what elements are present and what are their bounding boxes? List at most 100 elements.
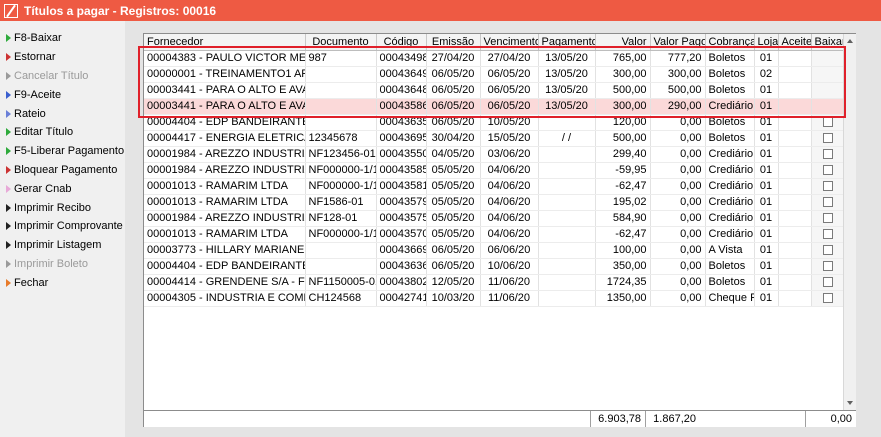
baixar-cell[interactable] bbox=[811, 114, 845, 131]
cell-loja: 01 bbox=[754, 242, 779, 259]
cell-c-digo: 00043586 bbox=[376, 98, 427, 115]
cell-emiss-o: 04/05/20 bbox=[426, 146, 481, 163]
cell-vencimento: 04/06/20 bbox=[480, 162, 539, 179]
table-row[interactable]: 00004414 - GRENDENE S/A - FILIALNF115000… bbox=[144, 274, 845, 291]
baixar-cell[interactable] bbox=[811, 82, 845, 99]
baixar-cell[interactable] bbox=[811, 274, 845, 291]
column-header-emiss-o[interactable]: Emissão bbox=[426, 34, 481, 51]
sidebar-item-imprimir-listagem[interactable]: Imprimir Listagem bbox=[0, 236, 125, 255]
column-header-pagamento[interactable]: Pagamento bbox=[538, 34, 596, 51]
cell-c-digo: 00043585 bbox=[376, 162, 427, 179]
baixar-checkbox[interactable] bbox=[822, 213, 833, 224]
scroll-down-icon[interactable] bbox=[847, 401, 853, 405]
baixar-checkbox[interactable] bbox=[822, 197, 833, 208]
baixar-checkbox[interactable] bbox=[822, 165, 833, 176]
table-row[interactable]: 00001013 - RAMARIM LTDA NF1586-01 00043579… bbox=[144, 194, 845, 211]
cell-emiss-o: 05/05/20 bbox=[426, 194, 481, 211]
sidebar-item-f9-aceite[interactable]: F9-Aceite bbox=[0, 85, 125, 104]
sidebar-item-imprimir-comprovante[interactable]: Imprimir Comprovante bbox=[0, 217, 125, 236]
cell-valor: 350,00 bbox=[595, 258, 651, 275]
column-header-documento[interactable]: Documento bbox=[305, 34, 377, 51]
sidebar-item-imprimir-recibo[interactable]: Imprimir Recibo bbox=[0, 198, 125, 217]
cell-vencimento: 27/04/20 bbox=[480, 50, 539, 67]
column-header-valor-pago[interactable]: Valor Pago bbox=[650, 34, 706, 51]
baixar-cell[interactable] bbox=[811, 98, 845, 115]
cell-loja: 01 bbox=[754, 82, 779, 99]
column-header-vencimento[interactable]: Vencimento bbox=[480, 34, 539, 51]
table-row[interactable]: 00003773 - HILLARY MARIANE LAPA000436690… bbox=[144, 242, 845, 259]
baixar-cell[interactable] bbox=[811, 66, 845, 83]
baixar-checkbox[interactable] bbox=[822, 149, 833, 160]
baixar-cell[interactable] bbox=[811, 242, 845, 259]
baixar-cell[interactable] bbox=[811, 50, 845, 67]
arrow-icon bbox=[6, 278, 11, 287]
sidebar-item-bloquear-pagamento[interactable]: Bloquear Pagamento bbox=[0, 161, 125, 180]
cell-fornecedor: 00003441 - PARA O ALTO E AVANTE bbox=[144, 98, 306, 115]
baixar-checkbox[interactable] bbox=[822, 181, 833, 192]
column-header-cobran-a[interactable]: Cobrança bbox=[705, 34, 755, 51]
baixar-cell[interactable] bbox=[811, 130, 845, 147]
baixar-cell[interactable] bbox=[811, 210, 845, 227]
cell-pagamento bbox=[538, 226, 596, 243]
cell-c-digo: 00043550 bbox=[376, 146, 427, 163]
cell-vencimento: 11/06/20 bbox=[480, 290, 539, 307]
baixar-cell[interactable] bbox=[811, 146, 845, 163]
table-row[interactable]: 00001984 - AREZZO INDUSTRIA E COMERCIONF… bbox=[144, 210, 845, 227]
sidebar-item-editar-t-tulo[interactable]: Editar Título bbox=[0, 123, 125, 142]
baixar-cell[interactable] bbox=[811, 194, 845, 211]
sidebar-item-fechar[interactable]: Fechar bbox=[0, 273, 125, 292]
baixar-checkbox[interactable] bbox=[822, 117, 833, 128]
table-row[interactable]: 00001013 - RAMARIM LTDA NF000000-1/1 00043… bbox=[144, 226, 845, 243]
baixar-cell[interactable] bbox=[811, 162, 845, 179]
baixar-checkbox[interactable] bbox=[822, 277, 833, 288]
baixar-checkbox[interactable] bbox=[822, 229, 833, 240]
scroll-up-icon[interactable] bbox=[847, 39, 853, 43]
baixar-cell[interactable] bbox=[811, 226, 845, 243]
sidebar-item-rateio[interactable]: Rateio bbox=[0, 104, 125, 123]
sidebar-item-f8-baixar[interactable]: F8-Baixar bbox=[0, 29, 125, 48]
table-row[interactable]: 00004404 - EDP BANDEIRANTES 00043635 06/05… bbox=[144, 114, 845, 131]
actions-sidebar: F8-Baixar Estornar Cancelar Título F9-Aceit… bbox=[0, 21, 125, 437]
column-header-loja[interactable]: Loja bbox=[754, 34, 779, 51]
vertical-scrollbar[interactable] bbox=[843, 34, 856, 410]
sidebar-item-estornar[interactable]: Estornar bbox=[0, 48, 125, 67]
cell-vencimento: 03/06/20 bbox=[480, 146, 539, 163]
table-row[interactable]: 00004305 - INDUSTRIA E COMERCIOCH1245680… bbox=[144, 290, 845, 307]
baixar-cell[interactable] bbox=[811, 178, 845, 195]
baixar-checkbox[interactable] bbox=[822, 245, 833, 256]
baixar-checkbox[interactable] bbox=[822, 133, 833, 144]
column-header-fornecedor[interactable]: Fornecedor bbox=[144, 34, 306, 51]
table-row[interactable]: 00001984 - AREZZO INDUSTRIA E COMERCIONF… bbox=[144, 162, 845, 179]
cell-fornecedor: 00000001 - TREINAMENTO1 APELIDO bbox=[144, 66, 306, 83]
baixar-cell[interactable] bbox=[811, 258, 845, 275]
cell-cobran-a: Cheque P bbox=[705, 290, 755, 307]
column-header-c-digo[interactable]: Código bbox=[376, 34, 427, 51]
titles-grid[interactable]: Fornecedor Documento Código Emissão Vencimen… bbox=[143, 33, 856, 427]
cell-emiss-o: 06/05/20 bbox=[426, 242, 481, 259]
column-header-baixar[interactable]: Baixar bbox=[811, 34, 845, 51]
table-row[interactable]: 00000001 - TREINAMENTO1 APELIDO000436490… bbox=[144, 66, 845, 83]
table-row[interactable]: 00001984 - AREZZO INDUSTRIA E COMERCIONF… bbox=[144, 146, 845, 163]
table-row[interactable]: 00001013 - RAMARIM LTDA NF000000-1/1 00043… bbox=[144, 178, 845, 195]
table-row[interactable]: 00003441 - PARA O ALTO E AVANTE000436480… bbox=[144, 82, 845, 99]
cell-pagamento bbox=[538, 242, 596, 259]
table-row[interactable]: 00004383 - PAULO VICTOR MERINO9870004349… bbox=[144, 50, 845, 67]
sidebar-item-f5-liberar-pagamento[interactable]: F5-Liberar Pagamento bbox=[0, 142, 125, 161]
cell-valor: 300,00 bbox=[595, 66, 651, 83]
baixar-cell[interactable] bbox=[811, 290, 845, 307]
cell-cobran-a: Crediário bbox=[705, 146, 755, 163]
baixar-checkbox[interactable] bbox=[822, 293, 833, 304]
cell-vencimento: 06/06/20 bbox=[480, 242, 539, 259]
baixar-checkbox[interactable] bbox=[822, 261, 833, 272]
cell-aceite bbox=[778, 50, 812, 67]
sidebar-item-cancelar-t-tulo[interactable]: Cancelar Título bbox=[0, 67, 125, 86]
cell-valor: 500,00 bbox=[595, 82, 651, 99]
table-row[interactable]: 00004404 - EDP BANDEIRANTES 00043636 06/05… bbox=[144, 258, 845, 275]
cell-aceite bbox=[778, 146, 812, 163]
table-row[interactable]: 00003441 - PARA O ALTO E AVANTE000435860… bbox=[144, 98, 845, 115]
column-header-aceite[interactable]: Aceite bbox=[778, 34, 812, 51]
table-row[interactable]: 00004417 - ENERGIA ELETRICA 12345678 00043… bbox=[144, 130, 845, 147]
column-header-valor[interactable]: Valor bbox=[595, 34, 651, 51]
sidebar-item-gerar-cnab[interactable]: Gerar Cnab bbox=[0, 179, 125, 198]
sidebar-item-imprimir-boleto[interactable]: Imprimir Boleto bbox=[0, 255, 125, 274]
